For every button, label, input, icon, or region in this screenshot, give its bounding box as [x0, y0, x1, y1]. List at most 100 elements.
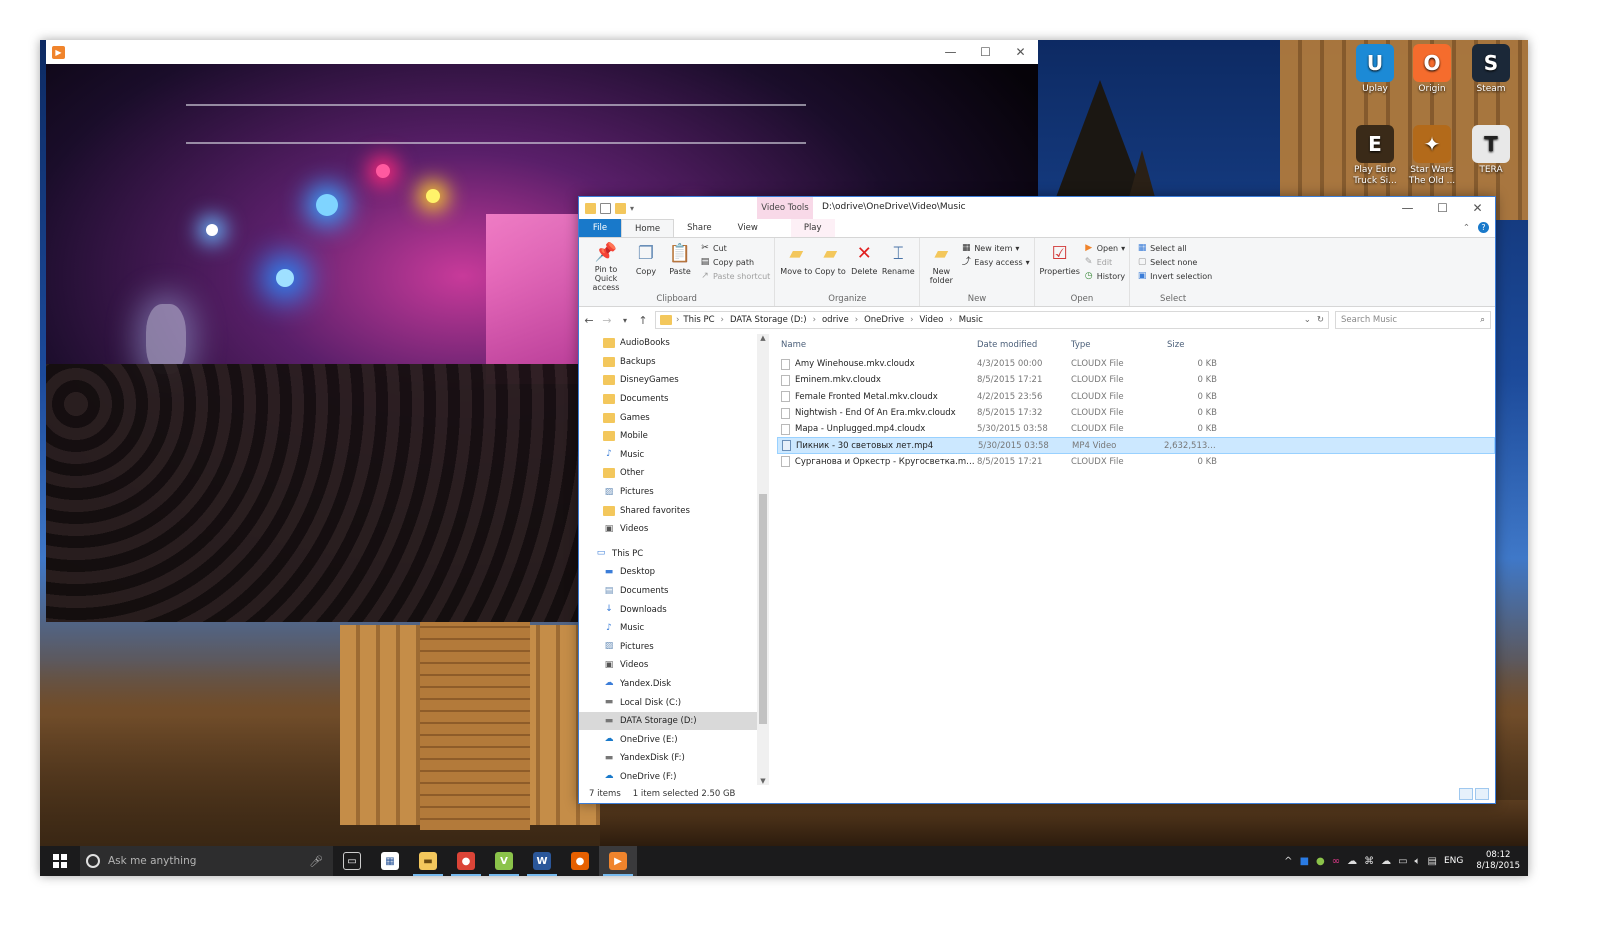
file-row[interactable]: Сурганова и Оркестр - Кругосветка.mk... 8… [777, 454, 1495, 470]
new-folder-button[interactable]: ▰ New folder [924, 241, 958, 292]
properties-icon[interactable] [600, 202, 611, 214]
taskbar-task-view-button[interactable]: ▭ [333, 846, 371, 876]
nav-item-shared-favorites[interactable]: Shared favorites [579, 501, 769, 520]
large-icons-view-button[interactable] [1475, 788, 1489, 800]
cut-button[interactable]: ✂ Cut [700, 243, 770, 253]
select-none-button[interactable]: ▢ Select none [1137, 257, 1212, 267]
nav-item-other[interactable]: Other [579, 464, 769, 483]
taskbar-firefox-button[interactable]: ● [561, 846, 599, 876]
help-icon[interactable]: ? [1478, 222, 1489, 233]
minimize-button[interactable]: — [933, 40, 968, 64]
scroll-up-icon[interactable]: ▲ [757, 334, 769, 342]
file-row[interactable]: Nightwish - End Of An Era.mkv.cloudx 8/5/… [777, 405, 1495, 421]
breadcrumb-separator-icon[interactable]: › [855, 315, 858, 325]
column-size[interactable]: Size [1163, 340, 1221, 350]
nav-item-this-pc[interactable]: ▭ This PC [579, 545, 769, 564]
history-button[interactable]: ◷ History [1084, 271, 1125, 281]
breadcrumb-item[interactable]: Music [959, 315, 983, 325]
nav-item-yandexdisk-f[interactable]: ▬ YandexDisk (F:) [579, 749, 769, 768]
maximize-button[interactable]: ☐ [968, 40, 1003, 64]
nav-item-videos[interactable]: ▣ Videos [579, 656, 769, 675]
network-icon[interactable]: ▭ [1398, 856, 1407, 867]
new-folder-icon[interactable] [615, 202, 626, 214]
breadcrumb-separator-icon[interactable]: › [910, 315, 913, 325]
nav-item-music[interactable]: ♪ Music [579, 446, 769, 465]
file-row[interactable]: Amy Winehouse.mkv.cloudx 4/3/2015 00:00 CL… [777, 356, 1495, 372]
nav-item-desktop[interactable]: ▬ Desktop [579, 563, 769, 582]
desktop-icon-steam[interactable]: S Steam [1462, 44, 1520, 95]
nav-item-pictures[interactable]: ▨ Pictures [579, 483, 769, 502]
column-name[interactable]: Name [777, 340, 977, 350]
refresh-icon[interactable]: ↻ [1317, 315, 1324, 325]
outlook-tray-icon[interactable]: ■ [1300, 856, 1309, 867]
nav-item-mobile[interactable]: Mobile [579, 427, 769, 446]
file-row[interactable]: Mapa - Unplugged.mp4.cloudx 5/30/2015 03:… [777, 421, 1495, 437]
nav-item-yandex-disk[interactable]: ☁ Yandex.Disk [579, 675, 769, 694]
column-date-modified[interactable]: Date modified [977, 340, 1071, 350]
nav-item-disneygames[interactable]: DisneyGames [579, 371, 769, 390]
rename-button[interactable]: ⌶ Rename [881, 241, 915, 292]
nav-item-audiobooks[interactable]: AudioBooks [579, 334, 769, 353]
nav-item-onedrive-e[interactable]: ☁ OneDrive (E:) [579, 730, 769, 749]
nav-item-onedrive-f[interactable]: ☁ OneDrive (F:) [579, 768, 769, 785]
nav-item-downloads[interactable]: ↓ Downloads [579, 600, 769, 619]
edit-button[interactable]: ✎ Edit [1084, 257, 1125, 267]
breadcrumb-separator-icon[interactable]: › [949, 315, 952, 325]
desktop-icon-origin[interactable]: O Origin [1403, 44, 1461, 95]
link-tray-icon[interactable]: ∞ [1332, 856, 1340, 867]
chevron-up-icon[interactable]: ⌃ [1463, 223, 1470, 233]
paste-button[interactable]: 📋 Paste [663, 241, 697, 292]
breadcrumb-item[interactable]: OneDrive [864, 315, 904, 325]
open-button[interactable]: ▶ Open ▾ [1084, 243, 1125, 253]
start-button[interactable] [40, 846, 80, 876]
close-button[interactable]: ✕ [1003, 40, 1038, 64]
nav-item-videos[interactable]: ▣ Videos [579, 520, 769, 539]
tab-view[interactable]: View [725, 219, 771, 237]
copy-path-button[interactable]: ▤ Copy path [700, 257, 770, 267]
file-row[interactable]: Пикник - 30 световых лет.mp4 5/30/2015 03… [777, 437, 1495, 454]
chevron-down-icon[interactable]: ▾ [630, 204, 634, 213]
taskbar-word-button[interactable]: W [523, 846, 561, 876]
tab-play[interactable]: Play [790, 219, 835, 237]
tab-share[interactable]: Share [674, 219, 725, 237]
delete-button[interactable]: ✕ Delete [847, 241, 881, 292]
microphone-icon[interactable]: 🎤︎ [309, 855, 323, 868]
forward-arrow-icon[interactable]: → [601, 314, 613, 327]
nav-item-music[interactable]: ♪ Music [579, 619, 769, 638]
breadcrumb-item[interactable]: This PC [683, 315, 714, 325]
taskbar-file-explorer-button[interactable]: ▬ [409, 846, 447, 876]
nav-item-pictures[interactable]: ▨ Pictures [579, 638, 769, 657]
breadcrumb-separator-icon[interactable]: › [721, 315, 724, 325]
nav-item-local-disk-c[interactable]: ▬ Local Disk (C:) [579, 693, 769, 712]
vivaldi-tray-icon[interactable]: ● [1316, 856, 1325, 867]
taskbar-store-button[interactable]: ▦ [371, 846, 409, 876]
cortana-search-box[interactable]: Ask me anything 🎤︎ [80, 846, 333, 876]
close-button[interactable]: ✕ [1460, 197, 1495, 219]
maximize-button[interactable]: ☐ [1425, 197, 1460, 219]
usb-tray-icon[interactable]: ⌘ [1364, 856, 1374, 867]
desktop-icon-tera[interactable]: T TERA [1462, 125, 1520, 176]
nav-item-data-storage-d[interactable]: ▬ DATA Storage (D:) [579, 711, 769, 731]
details-view-button[interactable] [1459, 788, 1473, 800]
properties-button[interactable]: ☑ Properties [1039, 241, 1081, 292]
nav-item-documents[interactable]: Documents [579, 390, 769, 409]
select-all-button[interactable]: ▦ Select all [1137, 243, 1212, 253]
tab-home[interactable]: Home [621, 219, 675, 237]
scroll-down-icon[interactable]: ▼ [757, 777, 769, 785]
nav-item-backups[interactable]: Backups [579, 353, 769, 372]
move-to-button[interactable]: ▰ Move to [779, 241, 813, 292]
show-hidden-icons-icon[interactable]: ^ [1284, 856, 1292, 867]
breadcrumb-separator-icon[interactable]: › [813, 315, 816, 325]
desktop-icon-euro-truck[interactable]: E Play Euro Truck Si... [1346, 125, 1404, 187]
language-indicator[interactable]: ENG [1444, 856, 1463, 866]
pin-to-quick-access-button[interactable]: 📌 Pin to Quick access [583, 241, 629, 292]
breadcrumb-item[interactable]: odrive [822, 315, 849, 325]
nav-scrollbar-thumb[interactable] [759, 494, 767, 724]
clock[interactable]: 08:12 8/18/2015 [1476, 850, 1520, 872]
video-titlebar[interactable]: ▶ — ☐ ✕ [46, 40, 1038, 64]
nav-item-documents[interactable]: ▤ Documents [579, 582, 769, 601]
taskbar-media-player-button[interactable]: ▶ [599, 846, 637, 876]
taskbar-chrome-button[interactable]: ● [447, 846, 485, 876]
paste-shortcut-button[interactable]: ↗ Paste shortcut [700, 271, 770, 281]
breadcrumb-item[interactable]: DATA Storage (D:) [730, 315, 807, 325]
